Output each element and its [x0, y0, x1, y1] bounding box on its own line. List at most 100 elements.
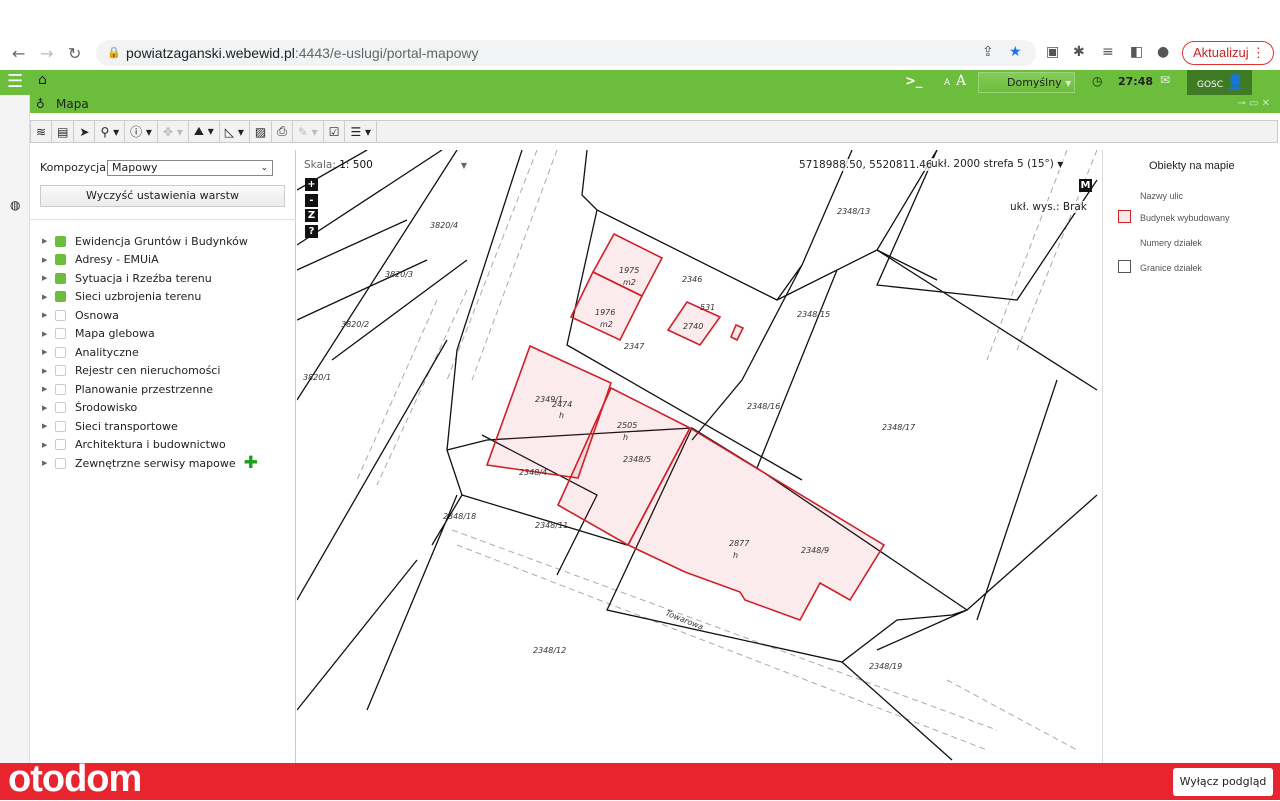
user-button[interactable]: GOSC 👤: [1187, 70, 1252, 95]
extension-icon[interactable]: ▣: [1046, 44, 1059, 60]
image-tool[interactable]: ▨: [250, 121, 273, 142]
database-tool[interactable]: ☰ ▾: [345, 121, 378, 142]
globe-icon[interactable]: ◍: [10, 198, 20, 212]
add-service-icon[interactable]: ✚: [244, 453, 258, 473]
parcel-label: 3820/4: [430, 221, 458, 230]
layer-item[interactable]: ▶ Analityczne: [42, 343, 258, 362]
disable-preview-button[interactable]: Wyłącz podgląd: [1173, 768, 1273, 796]
layer-item[interactable]: ▶ Sieci transportowe: [42, 417, 258, 436]
layer-checkbox[interactable]: [55, 402, 66, 414]
star-icon[interactable]: ★: [1009, 44, 1022, 60]
layer-checkbox[interactable]: [55, 254, 66, 266]
left-strip: ◍: [0, 95, 30, 765]
back-icon[interactable]: ←: [12, 44, 25, 63]
expand-arrow-icon[interactable]: ▶: [42, 274, 52, 282]
layer-label: Mapa glebowa: [75, 327, 155, 341]
scale-control[interactable]: Skala: 1: 500 ▼: [304, 159, 467, 171]
lock-icon: 🔒: [107, 47, 121, 59]
layer-checkbox[interactable]: [55, 365, 66, 377]
expand-arrow-icon[interactable]: ▶: [42, 256, 52, 264]
parcel-label: h: [559, 411, 564, 420]
edit-tool[interactable]: ✎ ▾: [293, 121, 324, 142]
print-tool[interactable]: ⎙: [272, 121, 293, 142]
composition-select[interactable]: Mapowy ⌄: [107, 160, 273, 176]
layer-checkbox[interactable]: [55, 291, 66, 303]
layer-checkbox[interactable]: [55, 309, 66, 321]
reading-list-icon[interactable]: ≡: [1102, 44, 1114, 60]
home-icon[interactable]: ⌂: [38, 72, 47, 88]
layer-checkbox[interactable]: [55, 272, 66, 284]
console-icon[interactable]: >_: [905, 74, 922, 89]
mail-icon[interactable]: ✉: [1160, 73, 1170, 87]
layers-icon: ≋: [36, 124, 47, 139]
composition-value: Mapowy: [112, 161, 158, 174]
share-icon[interactable]: ⇪: [982, 44, 994, 60]
expand-arrow-icon[interactable]: ▶: [42, 237, 52, 245]
theme-select[interactable]: Domyślny ▼: [978, 72, 1075, 93]
update-button[interactable]: Aktualizuj ⋮: [1182, 41, 1274, 65]
layer-checkbox[interactable]: [55, 457, 66, 469]
layer-item[interactable]: ▶ Planowanie przestrzenne: [42, 380, 258, 399]
expand-arrow-icon[interactable]: ▶: [42, 293, 52, 301]
expand-arrow-icon[interactable]: ▶: [42, 311, 52, 319]
pan-tool[interactable]: ✥ ▾: [158, 121, 189, 142]
sidepanel-icon[interactable]: ◧: [1130, 44, 1143, 60]
crs-select[interactable]: ukł. 2000 strefa 5 (15°) ▼: [931, 158, 1064, 170]
parcel-label: 1975: [619, 266, 639, 275]
layer-label: Analityczne: [75, 345, 139, 359]
layer-item[interactable]: ▶ Architektura i budownictwo: [42, 436, 258, 455]
layers-tool[interactable]: ≋: [31, 121, 53, 142]
zoom-out-button[interactable]: -: [305, 194, 318, 207]
font-increase[interactable]: A: [956, 73, 966, 89]
layer-checkbox[interactable]: [55, 420, 66, 432]
expand-arrow-icon[interactable]: ▶: [42, 422, 52, 430]
layer-item[interactable]: ▶ Adresy - EMUiA: [42, 251, 258, 270]
layer-checkbox[interactable]: [55, 328, 66, 340]
layer-item[interactable]: ▶ Sieci uzbrojenia terenu: [42, 288, 258, 307]
search-tool[interactable]: ⚲ ▾: [95, 121, 126, 142]
reload-icon[interactable]: ↻: [68, 44, 81, 63]
layer-item[interactable]: ▶ Rejestr cen nieruchomości: [42, 362, 258, 381]
expand-arrow-icon[interactable]: ▶: [42, 459, 52, 467]
forward-icon[interactable]: →: [40, 44, 53, 63]
layer-item[interactable]: ▶ Zewnętrzne serwisy mapowe ✚: [42, 453, 258, 473]
terrain-tool[interactable]: ⛰ ▾: [189, 121, 220, 142]
expand-arrow-icon[interactable]: ▶: [42, 404, 52, 412]
help-button[interactable]: ?: [305, 225, 318, 238]
info-tool[interactable]: ⓘ ▾: [125, 121, 158, 142]
legend-tool[interactable]: ▤: [52, 121, 75, 142]
layer-item[interactable]: ▶ Ewidencja Gruntów i Budynków: [42, 232, 258, 251]
window-controls-icon[interactable]: ⊸ ▭ ✕: [1237, 95, 1270, 113]
building-small[interactable]: [729, 323, 745, 342]
layer-item[interactable]: ▶ Mapa glebowa: [42, 325, 258, 344]
font-decrease[interactable]: A: [944, 78, 950, 88]
layer-checkbox[interactable]: [55, 383, 66, 395]
map-canvas[interactable]: 3820/4 3820/3 3820/2 3820/1 2348/13 2346 2347 2…: [297, 150, 1102, 764]
address-bar[interactable]: 🔒 powiatzaganski.webewid.pl:4443/e-uslugi…: [96, 40, 1036, 66]
hamburger-icon[interactable]: ☰: [7, 71, 23, 92]
zoom-extent-button[interactable]: Z: [305, 209, 318, 222]
layer-item[interactable]: ▶ Środowisko: [42, 399, 258, 418]
expand-arrow-icon[interactable]: ▶: [42, 348, 52, 356]
clear-layers-button[interactable]: Wyczyść ustawienia warstw: [40, 185, 285, 207]
layer-checkbox[interactable]: [55, 346, 66, 358]
layer-checkbox[interactable]: [55, 235, 66, 247]
expand-arrow-icon[interactable]: ▶: [42, 441, 52, 449]
layer-checkbox[interactable]: [55, 439, 66, 451]
puzzle-icon[interactable]: ✱: [1073, 44, 1085, 60]
parcel-label: 2346: [682, 275, 702, 284]
measure-tool[interactable]: ◺ ▾: [220, 121, 250, 142]
layer-item[interactable]: ▶ Sytuacja i Rzeźba terenu: [42, 269, 258, 288]
expand-arrow-icon[interactable]: ▶: [42, 385, 52, 393]
expand-arrow-icon[interactable]: ▶: [42, 330, 52, 338]
m-button[interactable]: M: [1079, 179, 1092, 192]
ruler-icon: ◺ ▾: [224, 124, 244, 139]
profile-icon[interactable]: ●: [1157, 44, 1169, 60]
zoom-in-button[interactable]: +: [305, 178, 318, 191]
layer-item[interactable]: ▶ Osnowa: [42, 306, 258, 325]
expand-arrow-icon[interactable]: ▶: [42, 367, 52, 375]
select-tool[interactable]: ➤: [74, 121, 96, 142]
buildings: [485, 232, 886, 621]
parcel-label: 2348/11: [535, 521, 568, 530]
check-tool[interactable]: ☑: [324, 121, 346, 142]
